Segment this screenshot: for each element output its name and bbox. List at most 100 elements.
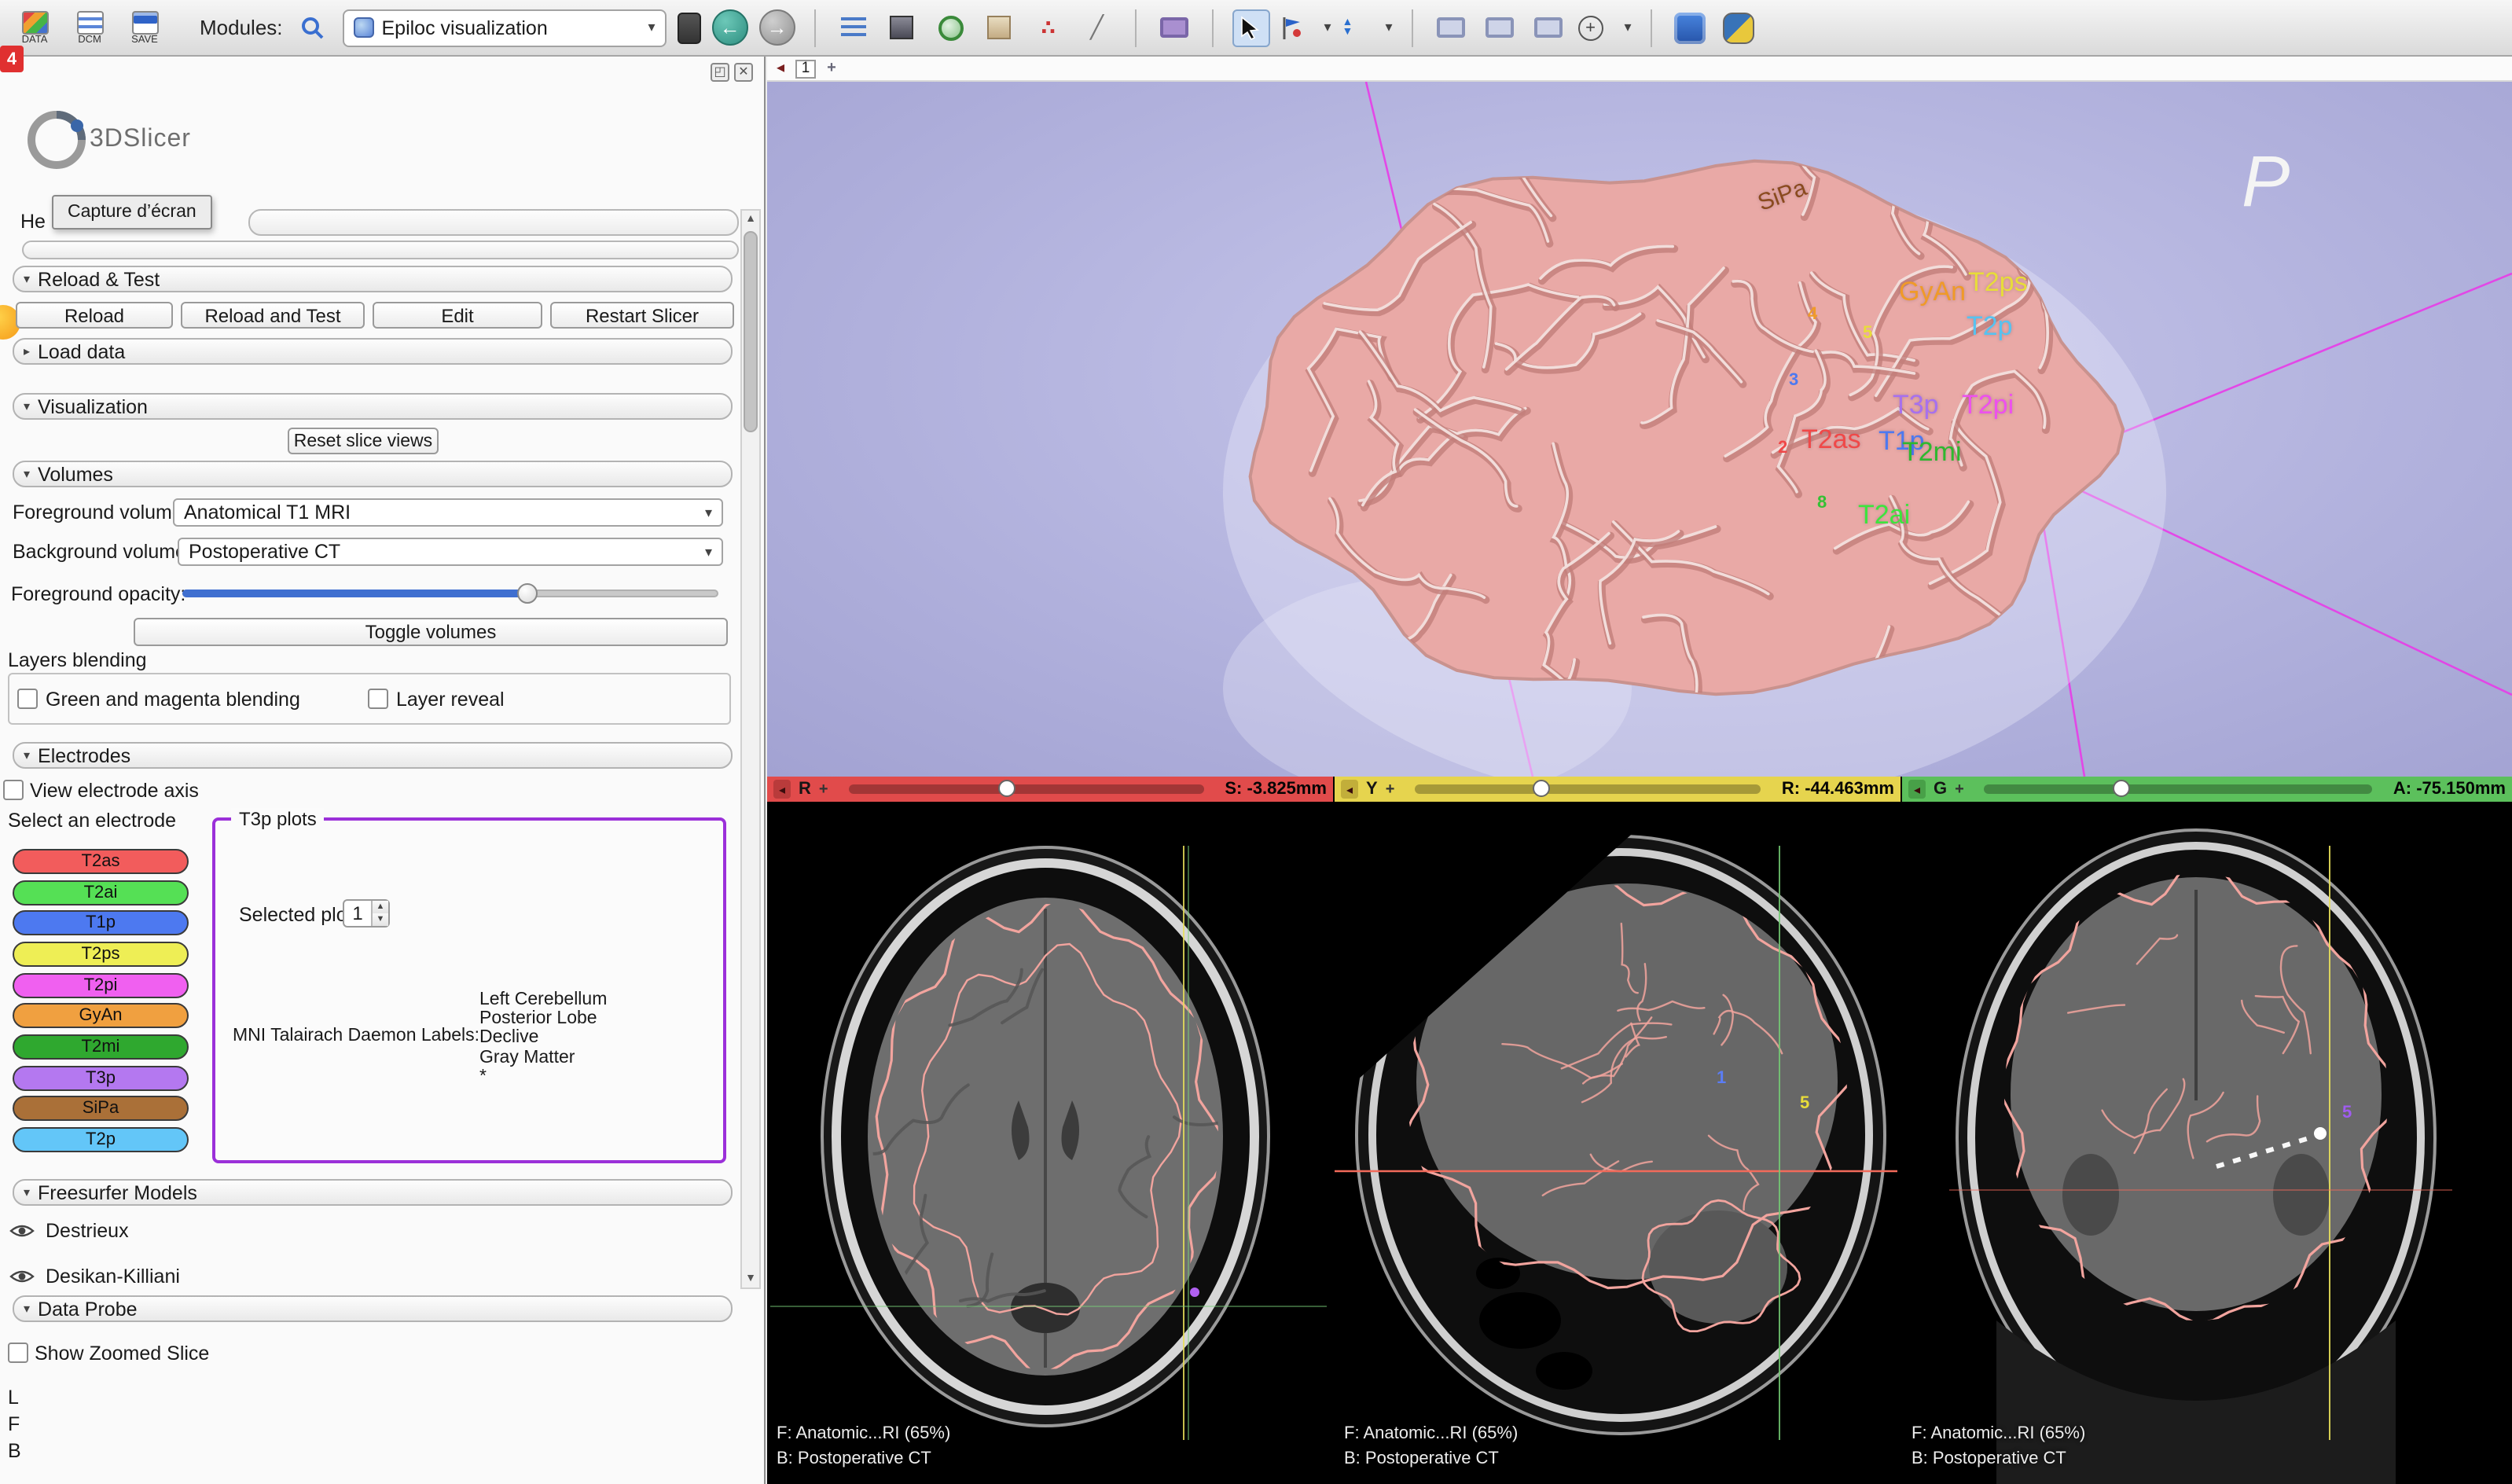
- reset-slice-views-button[interactable]: Reset slice views: [288, 428, 439, 454]
- spin-up-icon[interactable]: ▲: [373, 901, 388, 913]
- slice-canvas-coronal[interactable]: 5 F: Anatomic...RI (65%) B: Postoperativ…: [1902, 802, 2512, 1484]
- capture-view-icon-1[interactable]: [1432, 9, 1470, 46]
- freesurfer-model-destrieux[interactable]: Destrieux: [9, 1220, 129, 1242]
- module-search-icon[interactable]: [294, 9, 332, 46]
- panel-undock-icon[interactable]: ◰: [711, 63, 729, 82]
- reload-button[interactable]: Reload: [16, 302, 173, 329]
- module-history-button[interactable]: [678, 12, 701, 43]
- view3d-pin-icon[interactable]: +: [827, 60, 836, 77]
- electrode-button-t2mi[interactable]: T2mi: [13, 1034, 189, 1060]
- electrode-button-t2as[interactable]: T2as: [13, 849, 189, 874]
- layer-reveal-checkbox[interactable]: [368, 689, 388, 709]
- electrode-button-t2pi[interactable]: T2pi: [13, 973, 189, 998]
- view3d-canvas[interactable]: SiPa GyAn T2ps T2p T3p T2pi T2as T1p T2m…: [767, 82, 2512, 777]
- slice-canvas-axial[interactable]: F: Anatomic...RI (65%) B: Postoperative …: [767, 802, 1333, 1484]
- spin-down-icon[interactable]: ▼: [373, 913, 388, 926]
- save-button-label: SAVE: [131, 35, 158, 45]
- layout-list-icon[interactable]: [835, 9, 872, 46]
- scroll-down-icon[interactable]: ▼: [742, 1273, 759, 1284]
- dicom-button[interactable]: DCM: [68, 2, 112, 53]
- save-button[interactable]: SAVE: [123, 2, 167, 53]
- section-visualization[interactable]: ▾ Visualization: [13, 393, 733, 420]
- view3d-collapse-icon[interactable]: ◂: [777, 60, 784, 77]
- help-section-bar[interactable]: [248, 209, 739, 236]
- trajectory-marker: 8: [1817, 494, 1827, 512]
- electrode-label-3d: T2as: [1801, 424, 1861, 456]
- cube-icon[interactable]: [883, 9, 921, 46]
- slice-view-green[interactable]: ◂ G + A: -75.150mm: [1902, 777, 2512, 1484]
- view-3d[interactable]: ◂ 1 + SiPa GyAn T2ps T2p T3p T2pi T2as T…: [767, 57, 2512, 777]
- t3p-plots-groupbox: T3p plots Selected plot: 1 ▲ ▼ MNI Talai…: [212, 817, 726, 1163]
- slice-slider-knob[interactable]: [2113, 780, 2130, 797]
- extensions-icon[interactable]: [1671, 9, 1709, 46]
- slice-pin-icon[interactable]: +: [1955, 781, 1964, 798]
- slice-collapse-icon[interactable]: ◂: [773, 780, 791, 799]
- section-electrodes[interactable]: ▾ Electrodes: [13, 742, 733, 769]
- green-magenta-checkbox[interactable]: [17, 689, 38, 709]
- trajectory-marker: 4: [1808, 305, 1817, 324]
- module-panel: ◰ ✕ 3DSlicer He Capture d’écran ▾ Reload…: [0, 57, 766, 1484]
- scrollbar-thumb[interactable]: [744, 231, 758, 432]
- mni-label-line: Left Cerebellum: [479, 990, 607, 1009]
- show-zoomed-slice-checkbox[interactable]: [8, 1343, 28, 1363]
- electrode-button-t2ps[interactable]: T2ps: [13, 942, 189, 967]
- electrode-button-gyan[interactable]: GyAn: [13, 1003, 189, 1028]
- cursor-icon[interactable]: [1232, 9, 1270, 46]
- section-data-probe[interactable]: ▾ Data Probe: [13, 1295, 733, 1322]
- error-count-badge[interactable]: 4: [0, 46, 24, 72]
- screenshot-icon[interactable]: [1155, 9, 1193, 46]
- foreground-layer-label: F: Anatomic...RI (65%): [1344, 1424, 1518, 1443]
- freesurfer-model-desikan[interactable]: Desikan-Killiani: [9, 1265, 180, 1287]
- section-load-data[interactable]: ▸ Load data: [13, 338, 733, 365]
- reload-and-test-button[interactable]: Reload and Test: [181, 302, 365, 329]
- electrode-button-t1p[interactable]: T1p: [13, 910, 189, 935]
- slice-collapse-icon[interactable]: ◂: [1908, 780, 1926, 799]
- electrode-button-t3p[interactable]: T3p: [13, 1066, 189, 1091]
- volume-cube-icon[interactable]: [981, 9, 1019, 46]
- module-back-button[interactable]: ←: [712, 9, 748, 46]
- module-selector-combobox[interactable]: Epiloc visualization ▾: [343, 9, 667, 46]
- selected-plot-spinbox[interactable]: 1 ▲ ▼: [343, 899, 390, 928]
- slice-view-yellow[interactable]: ◂ Y + R: -44.463mm: [1335, 777, 1901, 1484]
- slice-offset-slider[interactable]: [849, 784, 1205, 794]
- slice-view-red[interactable]: ◂ R + S: -3.825mm: [767, 777, 1333, 1484]
- place-fiducial-icon[interactable]: ▾: [1281, 9, 1331, 46]
- slice-pin-icon[interactable]: +: [1386, 781, 1395, 798]
- electrode-button-sipa[interactable]: SiPa: [13, 1096, 189, 1121]
- slice-slider-knob[interactable]: [998, 780, 1015, 797]
- module-forward-button[interactable]: →: [759, 9, 795, 46]
- opacity-slider-knob[interactable]: [517, 583, 538, 604]
- background-volume-combobox[interactable]: Postoperative CT ▾: [178, 538, 723, 566]
- reformat-arrows-icon[interactable]: ▲▼▾: [1342, 9, 1393, 46]
- crosshair-icon[interactable]: +▾: [1578, 9, 1632, 46]
- restart-slicer-button[interactable]: Restart Slicer: [550, 302, 734, 329]
- slice-offset-slider[interactable]: [1415, 784, 1761, 794]
- acknowledgement-section-bar[interactable]: [22, 241, 739, 259]
- visibility-eye-icon[interactable]: [9, 1221, 35, 1240]
- slice-canvas-sagittal[interactable]: 1 5 F: Anatomic...RI (65%) B: Postoperat…: [1335, 802, 1901, 1484]
- slice-collapse-icon[interactable]: ◂: [1341, 780, 1358, 799]
- scroll-up-icon[interactable]: ▲: [742, 214, 759, 225]
- slice-pin-icon[interactable]: +: [819, 781, 828, 798]
- section-freesurfer-models[interactable]: ▾ Freesurfer Models: [13, 1179, 733, 1206]
- slice-slider-knob[interactable]: [1533, 780, 1550, 797]
- electrode-button-t2p[interactable]: T2p: [13, 1127, 189, 1152]
- python-console-icon[interactable]: [1720, 9, 1757, 46]
- view-electrode-axis-checkbox[interactable]: [3, 780, 24, 800]
- fiducial-dots-icon[interactable]: ∴: [1030, 9, 1067, 46]
- sphere-icon[interactable]: [932, 9, 970, 46]
- ruler-icon[interactable]: ╱: [1078, 9, 1116, 46]
- panel-close-icon[interactable]: ✕: [734, 63, 753, 82]
- panel-scrollbar[interactable]: ▲ ▼: [740, 209, 761, 1289]
- section-volumes[interactable]: ▾ Volumes: [13, 461, 733, 487]
- foreground-volume-combobox[interactable]: Anatomical T1 MRI ▾: [173, 498, 723, 527]
- slice-offset-slider[interactable]: [1985, 784, 2373, 794]
- visibility-eye-icon[interactable]: [9, 1267, 35, 1286]
- slice-offset-value: S: -3.825mm: [1225, 780, 1327, 799]
- capture-view-icon-3[interactable]: [1530, 9, 1567, 46]
- edit-button[interactable]: Edit: [373, 302, 542, 329]
- electrode-button-t2ai[interactable]: T2ai: [13, 880, 189, 905]
- section-reload-test[interactable]: ▾ Reload & Test: [13, 266, 733, 292]
- capture-view-icon-2[interactable]: [1481, 9, 1519, 46]
- toggle-volumes-button[interactable]: Toggle volumes: [134, 618, 728, 646]
